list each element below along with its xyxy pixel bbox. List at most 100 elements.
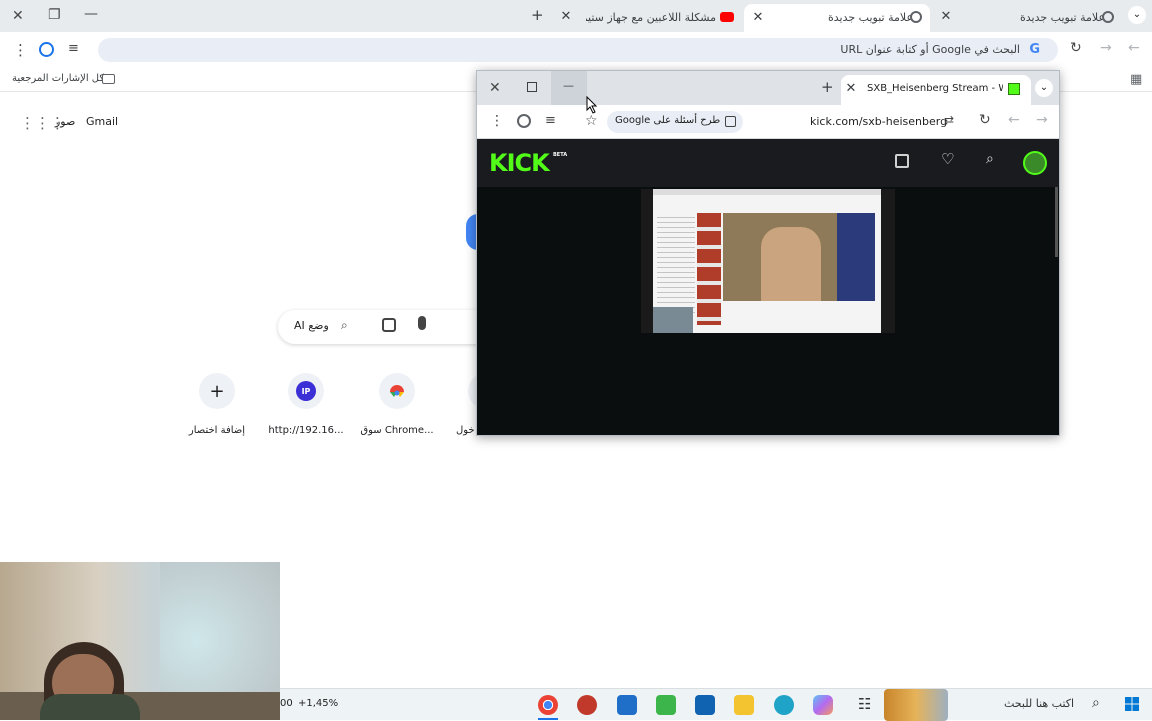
site-settings-icon[interactable]: ⇄ xyxy=(944,113,954,127)
partial-shortcut-icon xyxy=(468,373,476,409)
background-tab-strip: ✕ ❐ — + ✕ مشكلة اللاعبين مع جهاز ستيم ال… xyxy=(0,0,1152,32)
popup-menu-dots-icon[interactable]: ⋮ xyxy=(490,113,504,129)
minimize-icon: — xyxy=(563,79,574,92)
app-grid-taskbar-icon[interactable] xyxy=(656,695,676,715)
mouse-cursor-icon xyxy=(586,96,598,114)
chrome-tab-icon xyxy=(1102,11,1114,23)
captured-tabbar xyxy=(653,189,881,195)
following-heart-icon[interactable]: ♡ xyxy=(941,150,954,168)
tab-groups-icon[interactable]: ▦ xyxy=(1130,72,1142,87)
tab-search-chevron-icon[interactable]: ⌄ xyxy=(1128,6,1146,24)
file-explorer-taskbar-icon[interactable] xyxy=(734,695,754,715)
popup-tab-title: SXB_Heisenberg Stream - Watc xyxy=(867,83,1003,94)
shortcut-add[interactable]: + إضافة اختصار xyxy=(177,373,257,436)
copilot-taskbar-icon[interactable] xyxy=(813,695,833,715)
google-g-icon: G xyxy=(1029,42,1040,57)
close-tab-icon[interactable]: ✕ xyxy=(558,9,574,24)
popup-forward-icon[interactable]: ← xyxy=(1008,112,1020,128)
lens-icon[interactable] xyxy=(382,318,396,332)
tab-youtube[interactable]: ✕ مشكلة اللاعبين مع جهاز ستيم الن xyxy=(556,4,744,32)
restore-window-icon[interactable]: ❐ xyxy=(48,7,61,23)
taskbar-search-placeholder[interactable]: اكتب هنا للبحث xyxy=(1004,697,1074,710)
ai-mode-search-icon: ⌕ xyxy=(341,318,348,332)
taskbar-search-icon[interactable]: ⌕ xyxy=(1092,695,1100,711)
user-avatar[interactable] xyxy=(1023,151,1047,175)
mic-icon[interactable] xyxy=(418,316,426,330)
media-control-icon[interactable]: ≡ xyxy=(68,41,79,56)
images-link[interactable]: صور xyxy=(55,115,75,128)
outlook-taskbar-icon[interactable] xyxy=(695,695,715,715)
popup-new-tab-button[interactable]: + xyxy=(821,78,834,96)
back-icon[interactable]: ← xyxy=(1128,40,1140,56)
popup-url[interactable]: kick.com/sxb-heisenberg xyxy=(810,115,947,128)
shortcut-label: سوق Chrome... xyxy=(360,425,434,436)
all-bookmarks-label[interactable]: كل الإشارات المرجعية xyxy=(12,73,104,84)
search-icon[interactable]: ⌕ xyxy=(986,151,994,167)
chrome-webstore-icon xyxy=(390,385,404,397)
scrollbar[interactable] xyxy=(1055,187,1058,257)
close-tab-icon[interactable]: ✕ xyxy=(843,81,859,96)
close-tab-icon[interactable]: ✕ xyxy=(750,10,766,25)
close-window-icon[interactable]: ✕ xyxy=(12,8,24,24)
kick-beta-badge: BETA xyxy=(553,152,568,158)
shortcut-partial[interactable]: خول xyxy=(446,373,476,436)
kick-stream-area xyxy=(477,187,1059,435)
clips-icon[interactable] xyxy=(895,154,909,168)
webcam-overlay xyxy=(0,562,280,720)
tab-new-tab[interactable]: ✕ علامة تبويب جديدة xyxy=(936,4,1122,32)
kick-logo[interactable]: KICK xyxy=(489,149,550,177)
bookmark-star-icon[interactable]: ☆ xyxy=(585,113,598,129)
stream-captured-screen xyxy=(653,189,881,333)
ip-icon: IP xyxy=(296,381,316,401)
task-view-icon[interactable]: ☷ xyxy=(858,695,871,713)
captured-thumbnails xyxy=(697,213,721,325)
shortcut-ip[interactable]: IP http://192.16... xyxy=(266,373,346,436)
background-omnibox[interactable]: G البحث في Google أو كتابة عنوان URL xyxy=(98,38,1058,62)
shortcut-chrome-webstore[interactable]: سوق Chrome... xyxy=(357,373,437,436)
search-highlight-image xyxy=(884,689,948,721)
folder-icon xyxy=(102,74,115,84)
windows-start-icon[interactable] xyxy=(1125,697,1139,711)
captured-video xyxy=(723,213,875,301)
popup-profile-icon[interactable] xyxy=(517,114,531,128)
omnibox-placeholder: البحث في Google أو كتابة عنوان URL xyxy=(840,43,1020,56)
ask-google-label: طرح أسئلة على Google xyxy=(615,115,721,126)
stock-prefix: 00 xyxy=(280,698,293,709)
popup-tab-search-icon[interactable]: ⌄ xyxy=(1035,79,1053,97)
youtube-icon xyxy=(720,12,734,22)
gmail-link[interactable]: Gmail xyxy=(86,115,118,128)
popup-close-window-icon[interactable]: ✕ xyxy=(489,80,501,96)
shortcut-label: خول xyxy=(456,425,475,436)
person-shirt xyxy=(40,694,140,720)
kick-favicon-icon xyxy=(1008,83,1020,95)
popup-minimize-button[interactable]: — xyxy=(551,71,587,105)
reload-icon[interactable]: ↻ xyxy=(1070,40,1082,56)
popup-maximize-icon[interactable] xyxy=(527,82,537,92)
forward-icon[interactable]: → xyxy=(1100,40,1112,56)
popup-tab-kick[interactable]: ✕ SXB_Heisenberg Stream - Watc xyxy=(841,75,1031,105)
popup-browser-window: ✕ — + ✕ SXB_Heisenberg Stream - Watc ⌄ ⋮… xyxy=(476,70,1060,436)
profile-icon[interactable] xyxy=(39,42,54,57)
chrome-taskbar-icon[interactable] xyxy=(538,695,558,715)
popup-back-icon[interactable]: → xyxy=(1036,112,1048,128)
lens-icon xyxy=(725,116,736,127)
minimize-window-icon[interactable]: — xyxy=(84,6,98,22)
app-taskbar-icon[interactable] xyxy=(577,695,597,715)
ai-mode-button[interactable]: وضع AI xyxy=(294,319,329,332)
new-tab-button[interactable]: + xyxy=(531,6,544,24)
close-tab-icon[interactable]: ✕ xyxy=(938,9,954,24)
shortcut-label: إضافة اختصار xyxy=(188,425,246,436)
popup-reload-icon[interactable]: ↻ xyxy=(979,112,991,128)
tab-new-tab-active[interactable]: ✕ علامة تبويب جديدة xyxy=(744,4,930,32)
store-taskbar-icon[interactable] xyxy=(617,695,637,715)
popup-media-control-icon[interactable]: ≡ xyxy=(545,113,556,128)
popup-toolbar: ⋮ ≡ ☆ kick.com/sxb-heisenberg ⇄ ↻ ← → xyxy=(477,105,1059,139)
menu-dots-icon[interactable]: ⋮ xyxy=(13,41,28,59)
plus-icon: + xyxy=(199,373,235,409)
ask-google-button[interactable]: طرح أسئلة على Google xyxy=(607,111,743,133)
edge-taskbar-icon[interactable] xyxy=(774,695,794,715)
stream-player[interactable] xyxy=(641,189,895,333)
ai-mode-label: وضع AI xyxy=(294,319,329,332)
windows-taskbar: 00 +1,45% ☷ اكتب هنا للبحث ⌕ xyxy=(280,688,1152,721)
stock-widget[interactable]: +1,45% xyxy=(298,698,338,709)
